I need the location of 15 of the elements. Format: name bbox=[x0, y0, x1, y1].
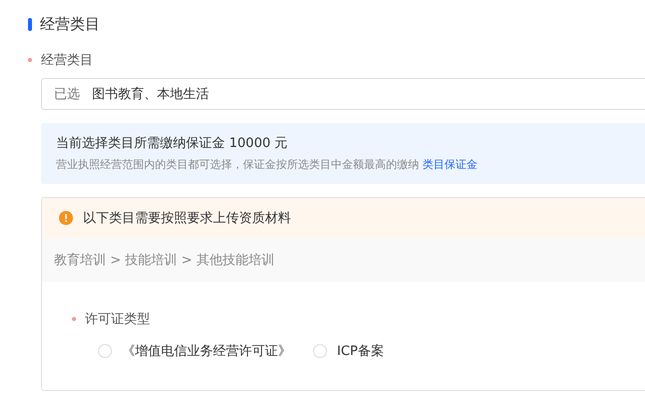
field-label: 经营类目 bbox=[41, 52, 93, 69]
notice-description: 营业执照经营范围内的类目都可选择，保证金按所选类目中金额最高的缴纳 类目保证金 bbox=[56, 157, 478, 172]
warning-icon bbox=[59, 211, 73, 225]
warning-text: 以下类目需要按照要求上传资质材料 bbox=[83, 210, 291, 227]
radio-option[interactable]: 《增值电信业务经营许可证》 bbox=[98, 342, 291, 360]
section-title: 经营类目 bbox=[40, 14, 100, 34]
deposit-link[interactable]: 类目保证金 bbox=[422, 158, 478, 171]
radio-option[interactable]: ICP备案 bbox=[313, 342, 384, 360]
notice-title: 当前选择类目所需缴纳保证金 10000 元 bbox=[56, 135, 289, 152]
category-input-field[interactable]: 已选 图书教育、本地生活 bbox=[41, 78, 645, 110]
radio-button[interactable] bbox=[98, 344, 112, 358]
category-path: 教育培训 > 技能培训 > 其他技能培训 bbox=[54, 252, 274, 269]
accent-bar bbox=[28, 18, 32, 30]
field-label: 许可证类型 bbox=[85, 311, 150, 328]
radio-button[interactable] bbox=[313, 344, 327, 358]
